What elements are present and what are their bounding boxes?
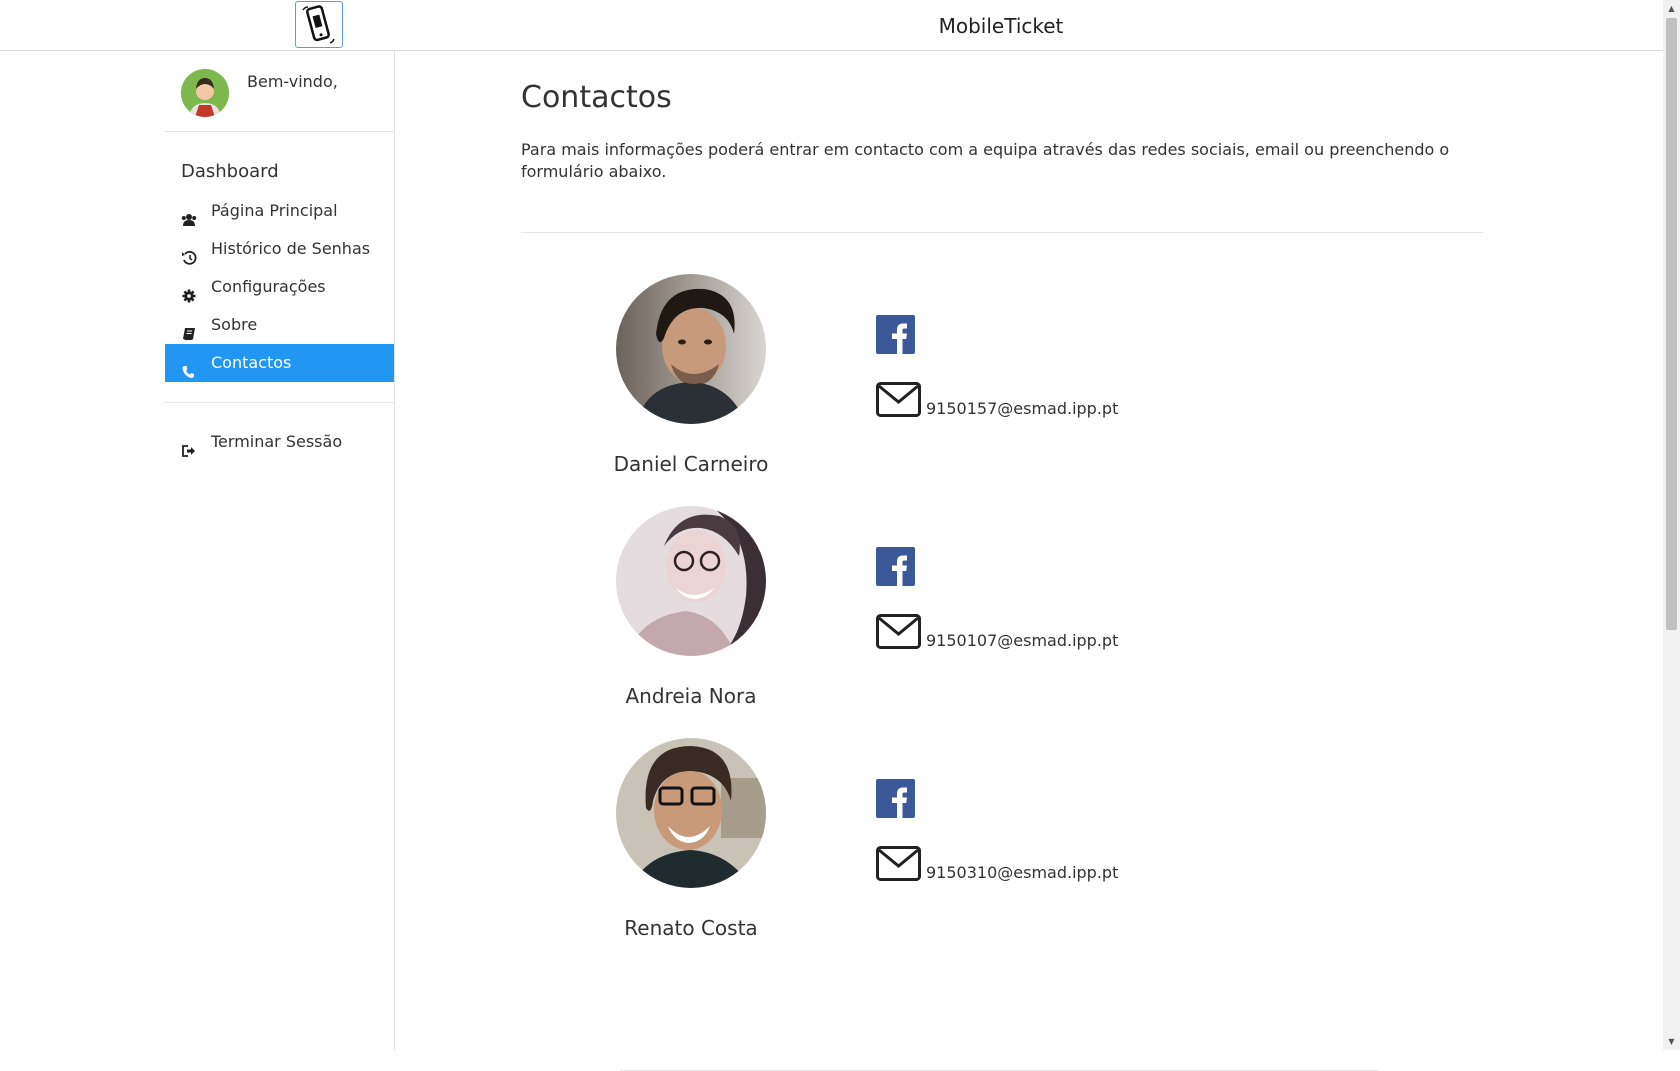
facebook-icon <box>892 787 907 818</box>
sidebar-item-label: Página Principal <box>211 201 338 220</box>
logout-button[interactable]: Terminar Sessão <box>165 423 394 461</box>
page-title: Contactos <box>521 80 672 115</box>
contact-photo <box>616 506 766 656</box>
users-icon <box>181 203 197 226</box>
contact-card: Andreia Nora 9150107@esmad.ipp.pt <box>395 506 1663 738</box>
app-title: MobileTicket <box>938 14 1064 38</box>
facebook-icon <box>892 323 907 354</box>
logout-label: Terminar Sessão <box>211 432 343 451</box>
app-logo[interactable] <box>295 1 343 48</box>
contact-name: Daniel Carneiro <box>613 452 769 476</box>
sidebar-item-historico-de-senhas[interactable]: Histórico de Senhas <box>165 230 394 268</box>
welcome-text: Bem-vindo, <box>247 72 338 91</box>
user-panel: Bem-vindo, <box>165 51 394 132</box>
contact-card: Renato Costa 9150310@esmad.ipp.pt <box>395 738 1663 970</box>
sidebar-item-label: Configurações <box>211 277 326 296</box>
contact-email[interactable]: 9150157@esmad.ipp.pt <box>926 399 1118 418</box>
history-icon <box>181 241 197 265</box>
sidebar-item-pagina-principal[interactable]: Página Principal <box>165 192 394 230</box>
logout-section: Terminar Sessão <box>165 423 394 461</box>
mobile-ticket-logo-icon <box>302 5 335 44</box>
facebook-link[interactable] <box>876 315 915 354</box>
contact-photo <box>616 274 766 424</box>
contact-card: Daniel Carneiro 9150157@esmad.ipp.pt <box>395 274 1663 506</box>
sidebar-item-contactos[interactable]: Contactos <box>165 344 394 382</box>
sidebar-section-title: Dashboard <box>181 161 279 182</box>
sidebar: Bem-vindo, Dashboard Página Principal Hi… <box>165 51 395 1050</box>
avatar <box>181 69 229 117</box>
sidebar-item-sobre[interactable]: Sobre <box>165 306 394 344</box>
top-navbar: MobileTicket <box>0 0 1663 51</box>
contact-email[interactable]: 9150310@esmad.ipp.pt <box>926 863 1118 882</box>
email-icon[interactable] <box>876 614 921 649</box>
sidebar-item-label: Sobre <box>211 315 258 334</box>
gear-icon <box>181 279 197 302</box>
facebook-link[interactable] <box>876 779 915 818</box>
sidebar-item-configuracoes[interactable]: Configurações <box>165 268 394 306</box>
sidebar-item-label: Histórico de Senhas <box>211 239 371 258</box>
email-icon[interactable] <box>876 382 921 417</box>
sidebar-item-label: Contactos <box>211 353 292 372</box>
email-icon[interactable] <box>876 846 921 881</box>
facebook-link[interactable] <box>876 547 915 586</box>
vertical-scrollbar[interactable]: ▲ ▼ <box>1663 0 1680 1050</box>
contact-photo <box>616 738 766 888</box>
intro-text: Para mais informações poderá entrar em c… <box>521 140 1450 181</box>
contact-name: Andreia Nora <box>625 684 757 708</box>
contact-email[interactable]: 9150107@esmad.ipp.pt <box>926 631 1118 650</box>
section-divider <box>521 232 1483 233</box>
phone-icon <box>181 355 197 378</box>
facebook-icon <box>892 555 907 586</box>
sign-out-icon <box>181 434 197 457</box>
scroll-down-icon[interactable]: ▼ <box>1663 1033 1680 1050</box>
contact-name: Renato Costa <box>624 916 758 940</box>
scrollbar-thumb[interactable] <box>1666 18 1677 630</box>
sidebar-nav: Página Principal Histórico de Senhas Con… <box>165 192 394 382</box>
user-avatar-icon <box>181 69 229 117</box>
main-content: Contactos Para mais informações poderá e… <box>395 51 1663 1071</box>
scroll-up-icon[interactable]: ▲ <box>1663 0 1680 17</box>
book-icon <box>181 317 197 340</box>
sidebar-divider <box>165 402 394 403</box>
